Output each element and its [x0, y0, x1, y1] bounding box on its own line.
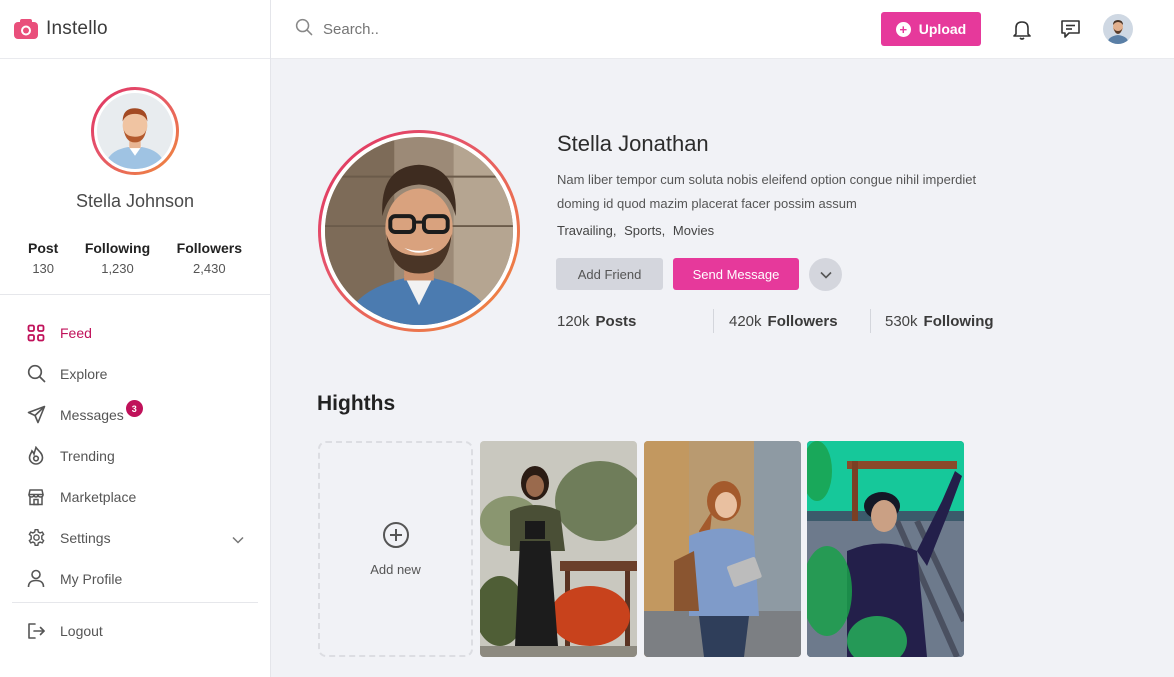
grid-icon: [26, 323, 46, 343]
profile-tag[interactable]: Travailing,: [557, 223, 616, 238]
sidebar-stat-posts: Post 130: [28, 240, 58, 276]
logout-section: Logout: [12, 610, 258, 651]
profile-tag[interactable]: Movies: [673, 223, 714, 238]
profile-avatar[interactable]: [318, 130, 520, 332]
sidebar-nav: Feed Explore Messages 3 Trending Marketp…: [12, 312, 258, 599]
stat-label: Post: [28, 240, 59, 256]
sidebar-item-label: Settings: [60, 529, 111, 546]
stat-value: 2,430: [193, 261, 226, 276]
send-message-button[interactable]: Send Message: [673, 258, 799, 290]
stat-value: 130: [32, 261, 55, 276]
stat-value: 420k: [729, 312, 762, 330]
sidebar-item-label: Messages: [60, 406, 124, 423]
divider: [12, 602, 258, 603]
stat-label: Followers: [767, 312, 838, 330]
highlight-card[interactable]: [644, 441, 801, 657]
user-icon: [26, 569, 46, 589]
flame-icon: [26, 446, 46, 466]
logout-button[interactable]: Logout: [12, 610, 258, 651]
user-avatar[interactable]: [1103, 14, 1133, 44]
highlight-card[interactable]: [480, 441, 637, 657]
chevron-down-icon: [819, 266, 832, 284]
sidebar-item-my-profile[interactable]: My Profile: [12, 558, 258, 599]
highlight-photo: [807, 441, 964, 657]
plus-circle-icon: +: [895, 21, 911, 37]
search-input[interactable]: [323, 21, 623, 38]
sidebar-stat-following: Following 1,230: [85, 240, 150, 276]
sidebar-stat-followers: Followers 2,430: [177, 240, 242, 276]
stat-value: 120k: [557, 312, 590, 330]
sidebar-item-trending[interactable]: Trending: [12, 435, 258, 476]
sidebar-item-label: My Profile: [60, 570, 123, 587]
sidebar: Instello Stella Johnson Post 130 Followi…: [0, 0, 271, 677]
store-icon: [26, 487, 46, 507]
send-icon: [26, 405, 46, 425]
sidebar-stats: Post 130 Following 1,230 Followers 2,430: [0, 240, 270, 276]
profile-avatar-photo: [325, 137, 513, 325]
sidebar-avatar-photo: [97, 93, 173, 169]
logout-icon: [26, 621, 46, 641]
sidebar-item-feed[interactable]: Feed: [12, 312, 258, 353]
brand-name: Instello: [46, 18, 108, 39]
sidebar-avatar[interactable]: [91, 87, 179, 175]
sidebar-item-explore[interactable]: Explore: [12, 353, 258, 394]
sidebar-item-marketplace[interactable]: Marketplace: [12, 476, 258, 517]
sidebar-item-label: Marketplace: [60, 488, 137, 505]
sidebar-item-label: Logout: [60, 622, 103, 639]
highlight-photo: [480, 441, 637, 657]
stat-label: Followers: [176, 240, 242, 256]
highlights-title: Highths: [317, 392, 396, 415]
profile-stat-followers[interactable]: 420k Followers: [713, 309, 870, 333]
more-options-button[interactable]: [809, 258, 842, 291]
gear-icon: [26, 528, 46, 548]
divider: [0, 294, 270, 295]
search-icon: [295, 18, 313, 41]
sidebar-item-label: Explore: [60, 365, 108, 382]
sidebar-profile-name: Stella Johnson: [75, 191, 195, 211]
unread-badge: 3: [125, 400, 143, 417]
bell-icon[interactable]: [1011, 18, 1033, 40]
profile-stat-posts[interactable]: 120k Posts: [557, 309, 713, 333]
upload-label: Upload: [918, 21, 967, 37]
profile-name: Stella Jonathan: [557, 131, 709, 156]
brand[interactable]: Instello: [0, 0, 270, 59]
stat-label: Posts: [595, 312, 637, 330]
sidebar-item-label: Feed: [60, 324, 92, 341]
sidebar-profile: Stella Johnson Post 130 Following 1,230 …: [0, 59, 270, 276]
search-icon: [26, 364, 46, 384]
chevron-down-icon[interactable]: [232, 531, 244, 549]
upload-button[interactable]: + Upload: [881, 12, 981, 46]
profile-tags: Travailing, Sports, Movies: [557, 223, 718, 238]
profile-bio: Nam liber tempor cum soluta nobis eleife…: [557, 172, 977, 211]
profile-tag[interactable]: Sports,: [624, 223, 665, 238]
sidebar-item-messages[interactable]: Messages 3: [12, 394, 258, 435]
stat-label: Following: [923, 312, 994, 330]
stat-value: 1,230: [101, 261, 134, 276]
sidebar-item-settings[interactable]: Settings: [12, 517, 258, 558]
profile-stats: 120k Posts 420k Followers 530k Following: [557, 309, 994, 333]
stat-label: Following: [84, 240, 151, 256]
add-new-highlight-button[interactable]: Add new: [318, 441, 473, 657]
plus-circle-icon: [382, 521, 410, 554]
camera-logo-icon: [14, 19, 38, 39]
highlight-photo: [644, 441, 801, 657]
highlight-card[interactable]: [807, 441, 964, 657]
profile-stat-following[interactable]: 530k Following: [870, 309, 994, 333]
add-friend-button[interactable]: Add Friend: [556, 258, 663, 290]
sidebar-item-label: Trending: [60, 447, 115, 464]
chat-icon[interactable]: [1059, 18, 1081, 40]
stat-value: 530k: [885, 312, 918, 330]
topbar: + Upload: [271, 0, 1174, 59]
search-bar: [295, 18, 623, 41]
add-new-label: Add new: [370, 562, 421, 577]
